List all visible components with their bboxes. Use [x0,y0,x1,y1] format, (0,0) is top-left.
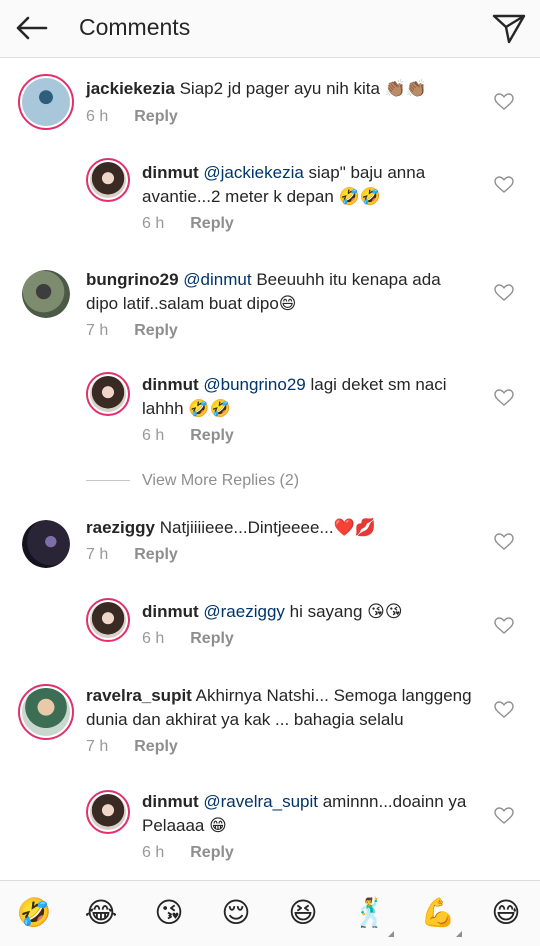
reply-button[interactable]: Reply [190,844,234,861]
comment-meta: 7 h Reply [86,546,178,564]
skin-tone-indicator-icon [456,931,462,937]
comment-time: 6 h [142,215,165,232]
comment-time: 6 h [142,630,165,647]
comment-text: raeziggy Natjiiiieee...Dintjeeee...❤️💋 [86,516,466,540]
mention-link[interactable]: @dinmut [183,270,251,289]
emoji-dancer[interactable]: 🕺 [350,897,390,929]
comment-username[interactable]: dinmut [142,602,199,621]
view-more-replies[interactable]: View More Replies (2) [86,472,299,490]
avatar[interactable] [86,790,130,834]
comment-text: dinmut @raeziggy hi sayang 😘😘 [142,600,472,624]
avatar[interactable] [18,684,74,740]
avatar[interactable] [22,520,70,568]
comment-username[interactable]: bungrino29 [86,270,179,289]
comment-time: 7 h [86,546,109,563]
like-heart-icon[interactable] [494,701,514,719]
mention-link[interactable]: @ravelra_supit [203,792,318,811]
comment-username[interactable]: jackiekezia [86,79,175,98]
comments-list[interactable]: jackiekezia Siap2 jd pager ayu nih kita … [0,58,540,880]
like-heart-icon[interactable] [494,389,514,407]
reply-button[interactable]: Reply [190,630,234,647]
comment-meta: 6 h Reply [142,215,234,233]
divider [86,480,130,482]
reply-button[interactable]: Reply [190,427,234,444]
like-heart-icon[interactable] [494,617,514,635]
mention-link[interactable]: @raeziggy [203,602,285,621]
reply-button[interactable]: Reply [134,108,178,125]
avatar[interactable] [18,74,74,130]
comment-meta: 6 h Reply [142,844,234,862]
comment-text: dinmut @jackiekezia siap" baju anna avan… [142,161,462,209]
like-heart-icon[interactable] [494,93,514,111]
skin-tone-indicator-icon [388,931,394,937]
emoji-relieved[interactable]: 😌 [216,897,256,929]
emoji-joy[interactable]: 😂 [81,897,121,929]
comment-username[interactable]: ravelra_supit [86,686,192,705]
comment-body: Natjiiiieee...Dintjeeee...❤️💋 [159,518,376,537]
emoji-flexed-biceps[interactable]: 💪 [418,897,458,929]
comment-text: dinmut @ravelra_supit aminnn...doainn ya… [142,790,482,838]
emoji-laughing[interactable]: 😆 [283,897,323,929]
avatar[interactable] [86,598,130,642]
comment-text: jackiekezia Siap2 jd pager ayu nih kita … [86,77,496,101]
reply-button[interactable]: Reply [190,215,234,232]
comment-body: hi sayang 😘😘 [289,602,403,621]
like-heart-icon[interactable] [494,176,514,194]
comment-meta: 6 h Reply [86,108,178,126]
mention-link[interactable]: @jackiekezia [203,163,303,182]
page-title: Comments [79,14,191,40]
emoji-sweat-smile[interactable]: 😅 [486,897,526,929]
comment-username[interactable]: raeziggy [86,518,155,537]
comment-text: bungrino29 @dinmut Beeuuhh itu kenapa ad… [86,268,466,316]
avatar[interactable] [22,270,70,318]
comment-meta: 7 h Reply [86,322,178,340]
mention-link[interactable]: @bungrino29 [203,375,305,394]
view-more-label: View More Replies (2) [142,472,300,489]
avatar[interactable] [86,158,130,202]
like-heart-icon[interactable] [494,533,514,551]
reply-button[interactable]: Reply [134,546,178,563]
back-arrow-icon[interactable] [12,10,52,46]
comment-time: 7 h [86,322,109,339]
comment-text: dinmut @bungrino29 lagi deket sm naci la… [142,373,472,421]
comment-meta: 6 h Reply [142,427,234,445]
comment-meta: 7 h Reply [86,738,178,756]
reply-button[interactable]: Reply [134,738,178,755]
comment-username[interactable]: dinmut [142,163,199,182]
like-heart-icon[interactable] [494,807,514,825]
send-direct-icon[interactable] [489,10,529,46]
emoji-kiss[interactable]: 😘 [149,897,189,929]
comment-username[interactable]: dinmut [142,792,199,811]
reply-button[interactable]: Reply [134,322,178,339]
comment-time: 7 h [86,738,109,755]
top-bar: Comments [0,0,540,58]
comment-time: 6 h [142,844,165,861]
emoji-rofl[interactable]: 🤣 [14,897,54,929]
comment-time: 6 h [142,427,165,444]
emoji-quick-bar: 🤣 😂 😘 😌 😆 🕺 💪 😅 [0,880,540,946]
comment-text: ravelra_supit Akhirnya Natshi... Semoga … [86,684,486,732]
comment-username[interactable]: dinmut [142,375,199,394]
like-heart-icon[interactable] [494,284,514,302]
comment-body: Siap2 jd pager ayu nih kita 👏🏽👏🏽 [179,79,428,98]
comment-time: 6 h [86,108,109,125]
comment-meta: 6 h Reply [142,630,234,648]
avatar[interactable] [86,372,130,416]
